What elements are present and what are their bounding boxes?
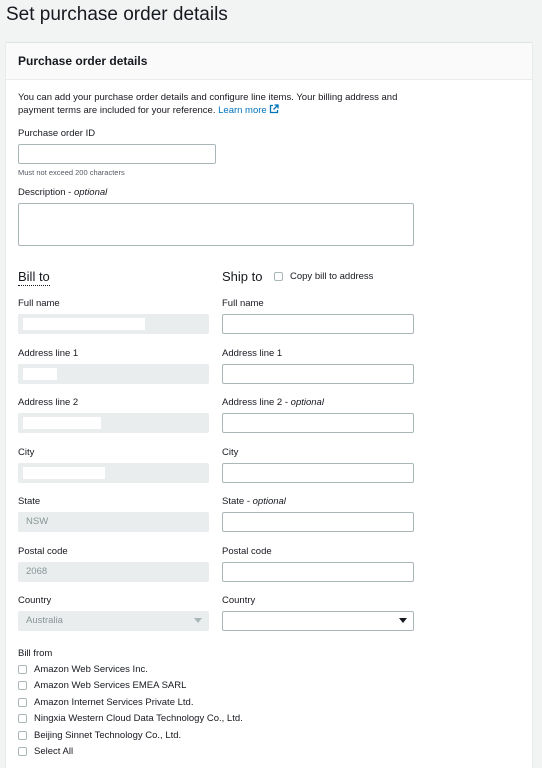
bill-from-checkbox[interactable] (18, 681, 27, 690)
ship-full-name-label: Full name (222, 298, 264, 309)
external-link-icon (269, 104, 279, 114)
bill-address2-field (18, 413, 209, 433)
bill-address1-field (18, 364, 209, 384)
ship-address2-input[interactable] (222, 413, 414, 433)
bill-to-heading: Bill to (18, 269, 50, 286)
intro-body: You can add your purchase order details … (18, 92, 398, 116)
learn-more-link[interactable]: Learn more (218, 104, 279, 116)
bill-from-option: Amazon Web Services EMEA SARL (34, 680, 187, 691)
ship-full-name-input[interactable] (222, 314, 414, 334)
bill-country-select: Australia (18, 611, 209, 631)
bill-full-name-label: Full name (18, 298, 60, 309)
chevron-down-icon (194, 618, 202, 623)
po-details-panel: Purchase order details You can add your … (6, 42, 532, 768)
bill-from-option: Beijing Sinnet Technology Co., Ltd. (34, 730, 182, 741)
chevron-down-icon[interactable] (399, 618, 407, 623)
intro-text: You can add your purchase order details … (18, 91, 418, 117)
ship-city-input[interactable] (222, 463, 414, 483)
bill-state-field: NSW (18, 512, 209, 532)
panel-header: Purchase order details (6, 43, 532, 80)
bill-from-checkbox[interactable] (18, 731, 27, 740)
bill-postal-label: Postal code (18, 546, 68, 557)
bill-full-name-field (18, 314, 209, 334)
ship-country-select[interactable] (222, 611, 414, 631)
ship-address1-label: Address line 1 (222, 348, 283, 359)
bill-from-option: Amazon Web Services Inc. (34, 664, 148, 675)
copy-bill-to-checkbox[interactable] (274, 272, 283, 281)
redacted-block (23, 417, 101, 429)
description-label: Description - optional (18, 187, 108, 198)
copy-bill-to-label: Copy bill to address (290, 271, 374, 282)
page-title: Set purchase order details (6, 4, 228, 25)
bill-postal-field: 2068 (18, 562, 209, 582)
ship-postal-input[interactable] (222, 562, 414, 582)
po-id-label: Purchase order ID (18, 128, 96, 139)
ship-state-input[interactable] (222, 512, 414, 532)
bill-from-checkbox[interactable] (18, 714, 27, 723)
bill-address2-label: Address line 2 (18, 397, 79, 408)
bill-from-checkbox[interactable] (18, 665, 27, 674)
select-all-label: Select All (34, 746, 74, 757)
bill-from-checkbox[interactable] (18, 698, 27, 707)
ship-address2-label: Address line 2 - optional (222, 397, 324, 408)
bill-country-label: Country (18, 595, 52, 606)
bill-city-field (18, 463, 209, 483)
panel-title: Purchase order details (18, 54, 148, 68)
ship-address1-input[interactable] (222, 364, 414, 384)
select-all-checkbox[interactable] (18, 747, 27, 756)
po-id-hint: Must not exceed 200 characters (18, 168, 125, 177)
bill-country-value: Australia (26, 615, 63, 626)
bill-address1-label: Address line 1 (18, 348, 79, 359)
bill-state-label: State (18, 496, 41, 507)
redacted-block (23, 368, 57, 380)
redacted-block (23, 318, 145, 330)
bill-from-option: Ningxia Western Cloud Data Technology Co… (34, 713, 243, 724)
ship-to-heading: Ship to (222, 269, 263, 284)
ship-country-label: Country (222, 595, 256, 606)
ship-state-label: State - optional (222, 496, 286, 507)
bill-city-label: City (18, 447, 35, 458)
ship-postal-label: Postal code (222, 546, 272, 557)
po-id-input[interactable] (18, 144, 216, 164)
bill-from-option: Amazon Internet Services Private Ltd. (34, 697, 194, 708)
redacted-block (23, 467, 105, 479)
bill-from-label: Bill from (18, 648, 53, 659)
ship-city-label: City (222, 447, 239, 458)
description-textarea[interactable] (18, 203, 414, 246)
